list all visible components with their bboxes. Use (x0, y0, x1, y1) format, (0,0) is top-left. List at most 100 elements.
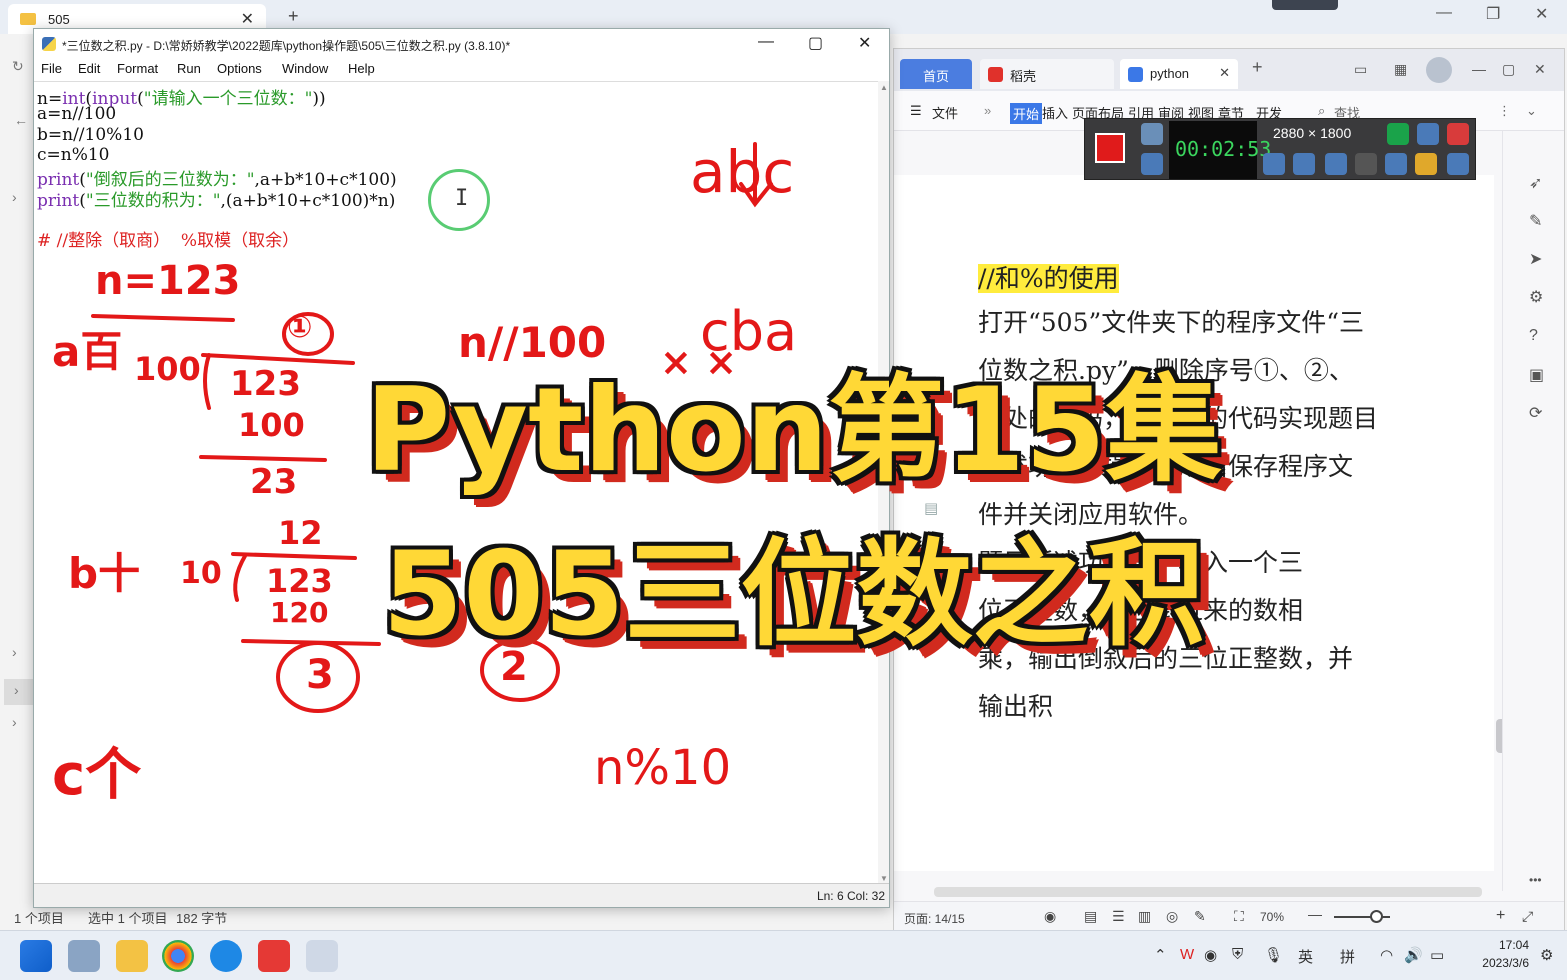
chrome-icon[interactable] (162, 940, 194, 972)
chevron-right-icon[interactable]: » (984, 103, 991, 118)
wps-statusbar: 页面: 14/15 ◉ ▤ ☰ ▥ ◎ ✎ ⛶ 70% — + ⤢ (894, 901, 1564, 931)
tab-docer-label: 稻壳 (1010, 69, 1037, 84)
chevron-right-icon[interactable]: › (12, 189, 17, 205)
web-icon[interactable]: ◎ (1166, 908, 1178, 925)
menu-run[interactable]: Run (177, 61, 201, 76)
fit-icon[interactable]: ⛶ (1234, 908, 1244, 925)
chevron-right-icon[interactable]: › (12, 714, 17, 730)
tab-document[interactable]: python ✕ (1120, 59, 1238, 89)
close-window-icon[interactable]: ✕ (1534, 61, 1546, 78)
chevron-up-icon[interactable]: ⌃ (1154, 946, 1167, 964)
speaker-icon[interactable] (1263, 153, 1285, 175)
wifi-icon[interactable]: ◠ (1380, 946, 1393, 964)
notification-icon[interactable]: ⚙ (1540, 946, 1553, 964)
add-tab-icon[interactable]: + (1252, 57, 1263, 78)
avatar[interactable] (1426, 57, 1452, 83)
wps-tray-icon[interactable]: W (1180, 946, 1194, 963)
document-line: 打开“505”文件夹下的程序文件“三 (978, 303, 1364, 339)
zoom-slider-knob[interactable] (1370, 910, 1383, 923)
folder-icon[interactable] (1415, 153, 1437, 175)
menu-edit[interactable]: Edit (78, 61, 100, 76)
clock[interactable]: 17:04 2023/3/6 (1482, 936, 1529, 972)
clock-date: 2023/3/6 (1482, 956, 1529, 970)
outline-icon[interactable]: ☰ (1112, 908, 1125, 925)
page-view-icon[interactable]: ▤ (1084, 908, 1097, 925)
edge-icon[interactable] (210, 940, 242, 972)
ime-mode[interactable]: 拼 (1340, 946, 1355, 967)
status-selected: 选中 1 个项目 (88, 911, 168, 926)
search-icon[interactable]: ⌕ (1318, 103, 1325, 119)
ribbon-start[interactable]: 开始 (1010, 103, 1043, 124)
stop-record-button[interactable] (1095, 133, 1125, 163)
zoom-level[interactable]: 70% (1260, 910, 1284, 924)
zoom-out-icon[interactable]: — (1308, 906, 1322, 922)
microphone-icon[interactable] (1293, 153, 1315, 175)
close-icon[interactable]: ✕ (1219, 65, 1230, 81)
chevron-right-icon[interactable]: › (4, 679, 34, 705)
horizontal-scrollbar[interactable] (934, 887, 1482, 897)
gear-icon[interactable] (1447, 153, 1469, 175)
chevron-down-icon[interactable]: ⌄ (1526, 103, 1537, 119)
menu-help[interactable]: Help (348, 61, 375, 76)
close-window-icon[interactable]: ✕ (858, 33, 871, 53)
microphone-icon[interactable]: 🎙 (1264, 946, 1283, 964)
close-icon[interactable]: ✕ (241, 9, 254, 29)
tab-docer[interactable]: 稻壳 (980, 59, 1114, 89)
rocket-icon[interactable]: ➶ (1529, 173, 1542, 193)
idle-window-title: *三位数之积.py - D:\常娇娇教学\2022题库\python操作题\50… (62, 39, 511, 53)
wps-icon[interactable] (258, 940, 290, 972)
webcam-icon[interactable] (1325, 153, 1347, 175)
sliders-icon[interactable]: ⚙ (1529, 287, 1543, 307)
pen-icon[interactable]: ✎ (1194, 908, 1206, 925)
ribbon-file[interactable]: 文件 (932, 103, 958, 122)
pause-icon[interactable] (1141, 153, 1163, 175)
pen-icon[interactable]: ✎ (1529, 211, 1542, 231)
status-items: 1 个项目 (14, 911, 64, 926)
maximize-icon[interactable]: ▢ (808, 33, 823, 53)
more-icon[interactable]: ••• (1529, 873, 1542, 887)
wps-tabbar: 首页 稻壳 python ✕ + ▭ ▦ — ▢ ✕ (894, 49, 1564, 91)
minimize-icon[interactable]: — (1472, 61, 1486, 77)
region-icon[interactable] (1387, 123, 1409, 145)
recorder-handle[interactable] (1272, 0, 1338, 10)
close-window-icon[interactable]: ✕ (1535, 4, 1548, 24)
menu-options[interactable]: Options (217, 61, 262, 76)
battery-icon[interactable]: ▭ (1430, 946, 1444, 964)
tab-home[interactable]: 首页 (900, 59, 972, 89)
read-icon[interactable]: ▥ (1138, 908, 1151, 925)
idle-statusbar: Ln: 6 Col: 32 (34, 883, 889, 907)
menu-icon[interactable]: ☰ (910, 103, 922, 119)
folder-icon[interactable] (116, 940, 148, 972)
refresh-icon[interactable]: ↻ (12, 58, 24, 75)
menu-file[interactable]: File (41, 61, 62, 76)
ribbon-insert[interactable]: 插入 (1042, 103, 1068, 122)
layout-icon[interactable]: ▭ (1354, 61, 1367, 78)
minimize-icon[interactable] (1417, 123, 1439, 145)
menu-format[interactable]: Format (117, 61, 158, 76)
camera-icon[interactable] (1141, 123, 1163, 145)
volume-icon[interactable]: 🔊 (1404, 946, 1423, 964)
start-icon[interactable] (20, 940, 52, 972)
menu-window[interactable]: Window (282, 61, 328, 76)
fullscreen-icon[interactable]: ⤢ (1522, 908, 1533, 925)
maximize-icon[interactable]: ▢ (1502, 61, 1515, 78)
more-icon[interactable]: ⋮ (1498, 103, 1511, 119)
cursor-icon[interactable]: ➤ (1529, 249, 1542, 269)
ime-language[interactable]: 英 (1298, 946, 1313, 967)
cursor-icon[interactable] (1355, 153, 1377, 175)
close-icon[interactable] (1447, 123, 1469, 145)
eye-icon[interactable]: ◉ (1044, 908, 1056, 925)
taskbar: ⌃ W ◉ ⛨ 🎙 英 拼 ◠ 🔊 ▭ 17:04 2023/3/6 ⚙ (0, 930, 1567, 980)
pen-icon[interactable] (1385, 153, 1407, 175)
chrome-tray-icon[interactable]: ◉ (1204, 946, 1217, 964)
grid-icon[interactable]: ▦ (1394, 61, 1407, 78)
zoom-in-icon[interactable]: + (1496, 907, 1505, 925)
new-tab-button[interactable]: + (288, 6, 299, 27)
minimize-icon[interactable]: — (758, 33, 774, 51)
maximize-icon[interactable]: ❐ (1486, 4, 1500, 24)
back-icon[interactable]: ← (14, 112, 28, 128)
file-explorer-icon[interactable] (68, 940, 100, 972)
python-idle-icon[interactable] (306, 940, 338, 972)
minimize-icon[interactable]: — (1436, 4, 1452, 22)
shield-icon[interactable]: ⛨ (1232, 946, 1243, 963)
